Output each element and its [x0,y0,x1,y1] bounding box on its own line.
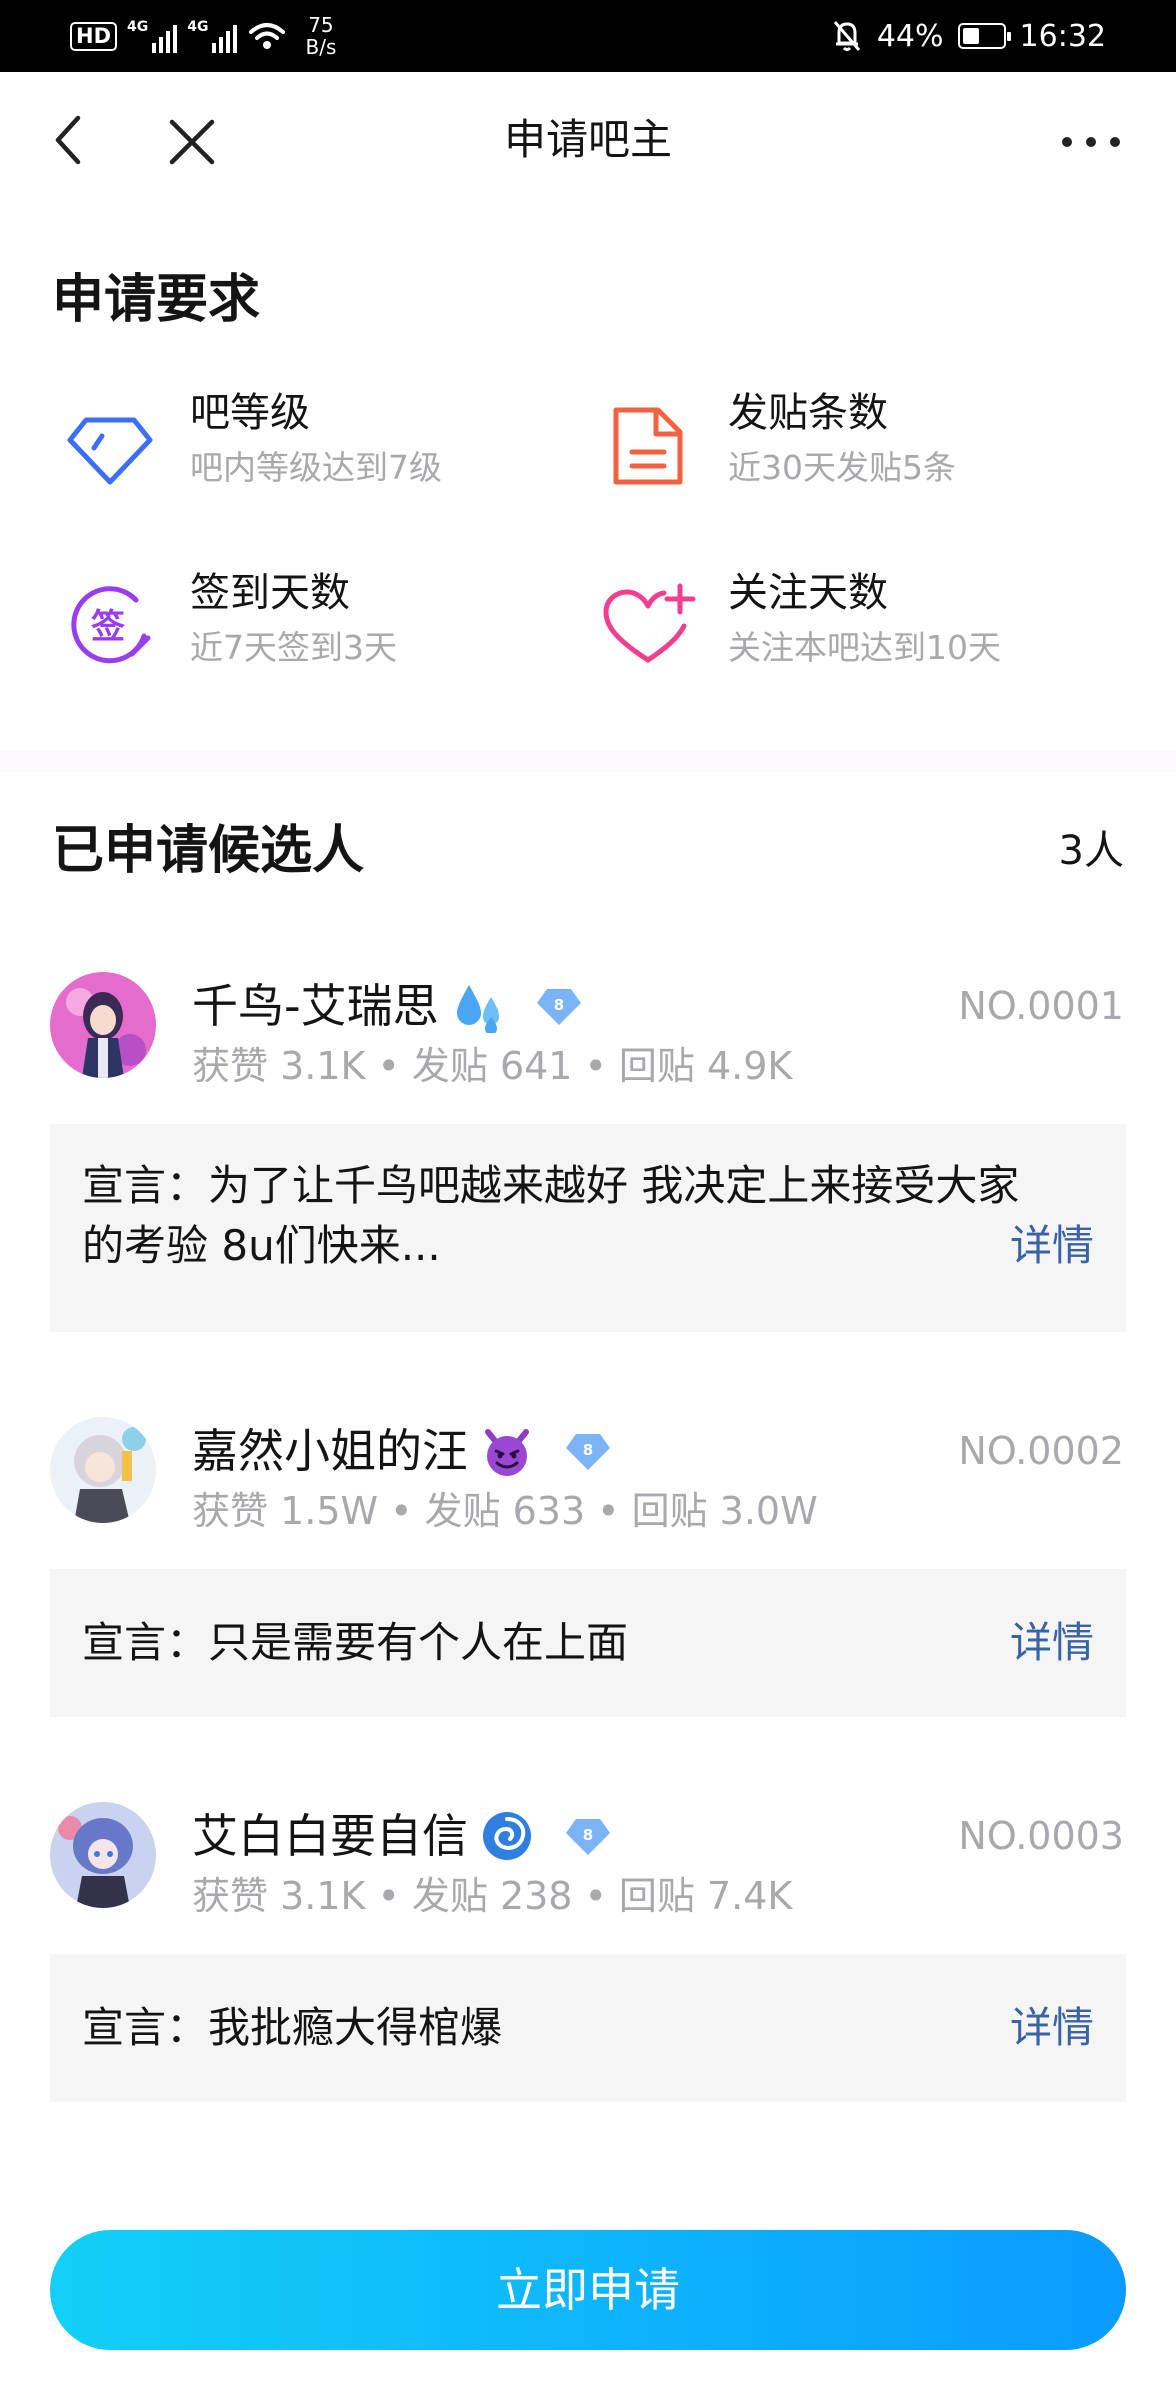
manifesto-text: 宣言：为了让千鸟吧越来越好 我决定上来接受大家 的考验 8u们快来... [82,1156,1019,1276]
svg-text:签: 签 [91,607,125,647]
network-type-label: 4G [127,19,149,35]
candidate-name-row: 嘉然小姐的汪 8 [192,1421,612,1481]
requirement-name: 发贴条数 [728,390,888,436]
details-link[interactable]: 详情 [1010,1216,1094,1276]
level-badge-icon: 8 [566,1819,610,1855]
cyclone-icon [483,1812,531,1860]
avatar[interactable] [50,972,156,1078]
network-type-label-2: 4G [187,19,209,35]
requirement-desc: 关注本吧达到10天 [728,628,1001,667]
details-link[interactable]: 详情 [1010,1613,1094,1673]
network-speed: 75 B/s [305,14,336,58]
candidate-number: NO.0002 [958,1429,1124,1473]
hd-indicator: HD [70,21,118,51]
status-right: 44% 16:32 [831,0,1106,72]
more-icon[interactable] [1056,112,1126,172]
requirement-desc: 近30天发贴5条 [728,448,956,487]
avatar[interactable] [50,1417,156,1523]
candidate-name: 千鸟-艾瑞思 [192,979,439,1033]
manifesto-box[interactable]: 宣言：我批瘾大得棺爆 详情 [50,1954,1126,2102]
candidates-title: 已申请候选人 [52,821,365,881]
heart-plus-icon [603,583,696,663]
candidate-name-row: 千鸟-艾瑞思 8 [192,976,583,1036]
stats-separator: • [584,1874,607,1918]
document-icon [613,407,683,485]
posts-stat: 发贴 238 [411,1874,573,1918]
nav-bar: 申请吧主 [0,72,1176,204]
candidate-stats: 获赞 3.1K • 发贴 238 • 回贴 7.4K [192,1868,792,1924]
likes-stat: 获赞 3.1K [192,1044,366,1088]
stats-separator: • [584,1044,607,1088]
stats-separator: • [390,1489,413,1533]
page-title: 申请吧主 [503,115,672,164]
details-link[interactable]: 详情 [1010,1998,1094,2058]
replies-stat: 回贴 4.9K [618,1044,793,1088]
level-number: 8 [553,996,563,1014]
level-badge-icon: 8 [536,989,581,1025]
speed-unit: B/s [305,35,337,59]
manifesto-line: 的考验 8u们快来... [82,1221,441,1270]
likes-stat: 获赞 3.1K [192,1874,366,1918]
sign-in-icon: 签 [71,586,151,664]
manifesto-box[interactable]: 宣言：只是需要有个人在上面 详情 [50,1569,1126,1717]
candidate-stats: 获赞 3.1K • 发贴 641 • 回贴 4.9K [192,1038,792,1094]
candidate-stats: 获赞 1.5W • 发贴 633 • 回贴 3.0W [192,1483,818,1539]
manifesto-text: 宣言：我批瘾大得棺爆 [82,2003,503,2052]
manifesto-box[interactable]: 宣言：为了让千鸟吧越来越好 我决定上来接受大家 的考验 8u们快来... 详情 [50,1124,1126,1332]
candidate-count: 3人 [1058,828,1124,874]
manifesto-text: 宣言：只是需要有个人在上面 [82,1618,629,1667]
speed-value: 75 [308,13,334,37]
smiling-devil-icon [485,1429,529,1476]
requirement-level: 吧等级 吧内等级达到7级 [62,380,582,500]
posts-stat: 发贴 633 [424,1489,586,1533]
mute-bell-icon [833,21,860,51]
requirement-desc: 近7天签到3天 [190,628,397,667]
diamond-icon [67,417,153,485]
level-number: 8 [583,1441,593,1459]
requirement-name: 关注天数 [728,570,888,616]
section-divider [0,750,1176,772]
signal-icon-2: 4G [187,19,238,53]
sweat-droplets-icon [456,985,499,1033]
avatar[interactable] [50,1802,156,1908]
status-left: HD 4G 4G 75 B/s [70,0,336,72]
stats-separator: • [377,1044,400,1088]
battery-percent: 44% [876,18,944,54]
status-bar: HD 4G 4G 75 B/s 44% 16:32 [0,0,1176,72]
clock: 16:32 [1019,18,1106,54]
apply-button[interactable]: 立即申请 [50,2230,1126,2350]
requirement-signin: 签 签到天数 近7天签到3天 [62,560,582,680]
wifi-icon [249,23,286,49]
requirement-posts: 发贴条数 近30天发贴5条 [600,380,1120,500]
signal-icon: 4G [127,19,178,53]
replies-stat: 回贴 3.0W [631,1489,818,1533]
manifesto-line: 宣言：为了让千鸟吧越来越好 我决定上来接受大家 [82,1161,1020,1210]
posts-stat: 发贴 641 [411,1044,573,1088]
requirement-name: 吧等级 [190,390,310,436]
requirement-follow: 关注天数 关注本吧达到10天 [600,560,1120,680]
likes-stat: 获赞 1.5W [192,1489,379,1533]
candidate-name-row: 艾白白要自信 8 [192,1806,612,1866]
candidate-name: 嘉然小姐的汪 [192,1424,468,1478]
candidate-number: NO.0003 [958,1814,1124,1858]
stats-separator: • [377,1874,400,1918]
requirement-name: 签到天数 [190,570,350,616]
candidate-number: NO.0001 [958,984,1124,1028]
stats-separator: • [597,1489,620,1533]
candidate-name: 艾白白要自信 [192,1809,468,1863]
level-number: 8 [583,1826,593,1844]
requirement-desc: 吧内等级达到7级 [190,448,442,487]
replies-stat: 回贴 7.4K [618,1874,793,1918]
requirements-title: 申请要求 [52,270,261,330]
battery-icon [957,23,1011,49]
level-badge-icon: 8 [566,1434,610,1470]
